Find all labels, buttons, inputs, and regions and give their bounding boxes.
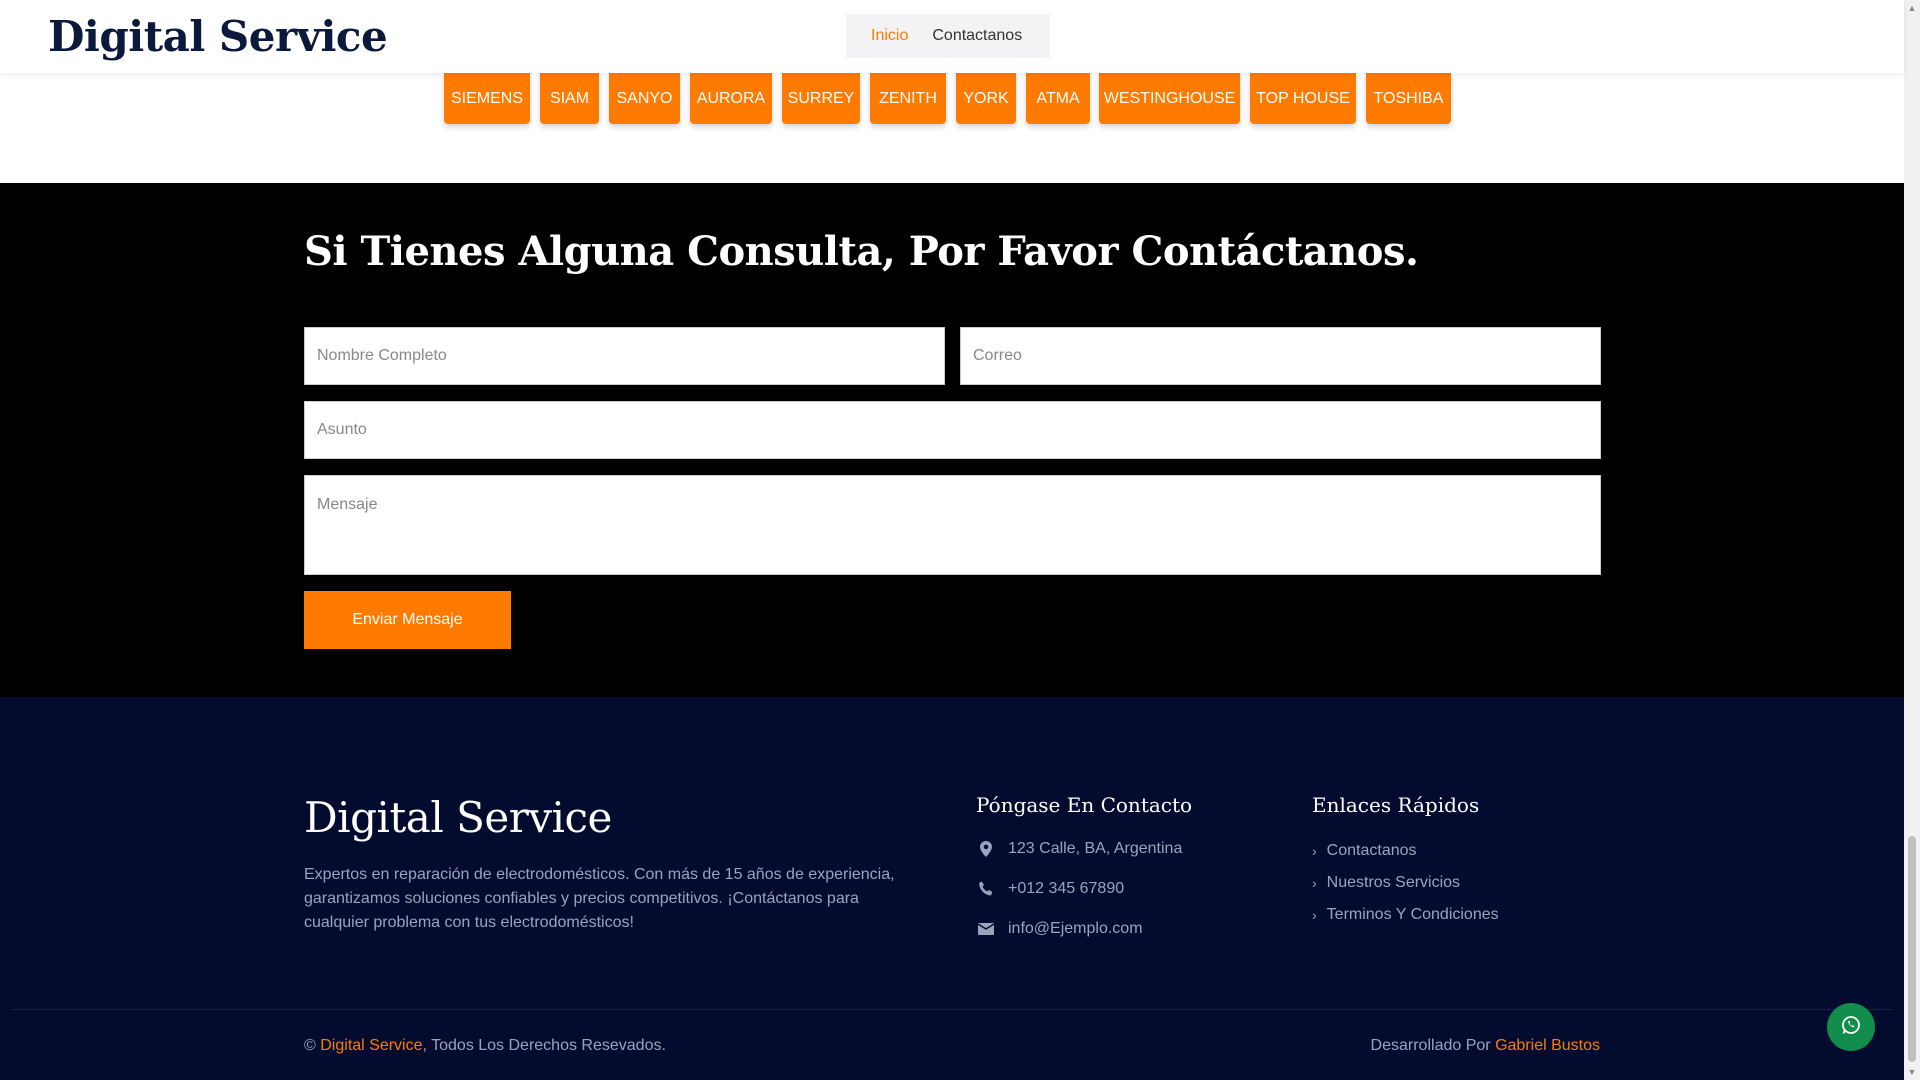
footer-link-label: Contactanos xyxy=(1326,842,1417,859)
phone-item: +012 345 67890 xyxy=(976,880,1124,898)
footer-link-terminos[interactable]: › Terminos Y Condiciones xyxy=(1312,906,1499,924)
brands-strip: SIEMENS SIAM SANYO AURORA SURREY ZENITH … xyxy=(0,73,1904,183)
site-header: Digital Service Inicio Contactanos xyxy=(0,0,1904,73)
send-message-button[interactable]: Enviar Mensaje xyxy=(304,591,511,649)
contact-heading: Póngase En Contacto xyxy=(976,793,1193,817)
footer-description: Expertos en reparación de electrodomésti… xyxy=(304,866,895,931)
footer-divider xyxy=(12,1009,1892,1010)
message-textarea[interactable]: Mensaje xyxy=(304,475,1601,575)
scroll-down-arrow-icon[interactable]: ▼ xyxy=(1904,1064,1920,1080)
email-input[interactable]: Correo xyxy=(960,327,1601,385)
brand-button-york[interactable]: YORK xyxy=(956,73,1016,124)
email-item: info@Ejemplo.com xyxy=(976,920,1143,938)
copyright: © Digital Service, Todos Los Derechos Re… xyxy=(304,1037,666,1055)
main-nav: Inicio Contactanos xyxy=(846,14,1050,58)
quick-links-heading: Enlaces Rápidos xyxy=(1312,793,1480,817)
copyright-text: , Todos Los Derechos Resevados. xyxy=(422,1037,666,1054)
email-text: info@Ejemplo.com xyxy=(1008,920,1143,937)
brand-button-sanyo[interactable]: SANYO xyxy=(609,73,680,124)
contact-section: Si Tienes Alguna Consulta, Por Favor Con… xyxy=(0,183,1904,697)
site-footer: Digital Service Expertos en reparación d… xyxy=(0,697,1904,1080)
copyright-symbol: © xyxy=(304,1037,316,1054)
phone-icon xyxy=(976,881,996,897)
brand-button-aurora[interactable]: AURORA xyxy=(690,73,772,124)
brand-button-top-house[interactable]: TOP HOUSE xyxy=(1250,73,1356,124)
footer-link-label: Terminos Y Condiciones xyxy=(1326,906,1499,923)
scrollbar-thumb[interactable] xyxy=(1908,836,1916,1062)
developer-link[interactable]: Gabriel Bustos xyxy=(1495,1037,1600,1054)
site-logo[interactable]: Digital Service xyxy=(48,12,388,61)
nav-link-contactanos[interactable]: Contactanos xyxy=(932,27,1022,45)
contact-title: Si Tienes Alguna Consulta, Por Favor Con… xyxy=(304,228,1419,275)
developer-credit: Desarrollado Por Gabriel Bustos xyxy=(1371,1037,1600,1055)
brand-button-zenith[interactable]: ZENITH xyxy=(870,73,946,124)
address-item: 123 Calle, BA, Argentina xyxy=(976,840,1182,858)
scroll-up-arrow-icon[interactable]: ▲ xyxy=(1904,0,1920,16)
map-marker-icon xyxy=(976,841,996,857)
footer-link-contactanos[interactable]: › Contactanos xyxy=(1312,842,1417,860)
address-text: 123 Calle, BA, Argentina xyxy=(1008,840,1183,857)
credit-prefix: Desarrollado Por xyxy=(1370,1037,1491,1054)
footer-link-servicios[interactable]: › Nuestros Servicios xyxy=(1312,874,1460,892)
phone-text: +012 345 67890 xyxy=(1008,880,1125,897)
whatsapp-button[interactable] xyxy=(1827,1003,1875,1051)
subject-input[interactable]: Asunto xyxy=(304,401,1601,459)
brand-button-siam[interactable]: SIAM xyxy=(540,73,599,124)
chevron-right-icon: › xyxy=(1312,875,1317,891)
chevron-right-icon: › xyxy=(1312,843,1317,859)
envelope-icon xyxy=(976,923,996,935)
page-scrollbar[interactable]: ▲ ▼ xyxy=(1904,0,1920,1080)
brand-button-toshiba[interactable]: TOSHIBA xyxy=(1366,73,1451,124)
nav-link-inicio[interactable]: Inicio xyxy=(871,27,908,45)
brand-button-westinghouse[interactable]: WESTINGHOUSE xyxy=(1099,73,1240,124)
brand-button-siemens[interactable]: SIEMENS xyxy=(444,73,530,124)
copyright-brand-link[interactable]: Digital Service xyxy=(320,1037,422,1054)
footer-logo[interactable]: Digital Service xyxy=(304,793,612,842)
chevron-right-icon: › xyxy=(1312,907,1317,923)
whatsapp-icon xyxy=(1840,1014,1862,1041)
footer-link-label: Nuestros Servicios xyxy=(1326,874,1461,891)
brand-button-atma[interactable]: ATMA xyxy=(1026,73,1090,124)
full-name-input[interactable]: Nombre Completo xyxy=(304,327,945,385)
brand-button-surrey[interactable]: SURREY xyxy=(782,73,860,124)
